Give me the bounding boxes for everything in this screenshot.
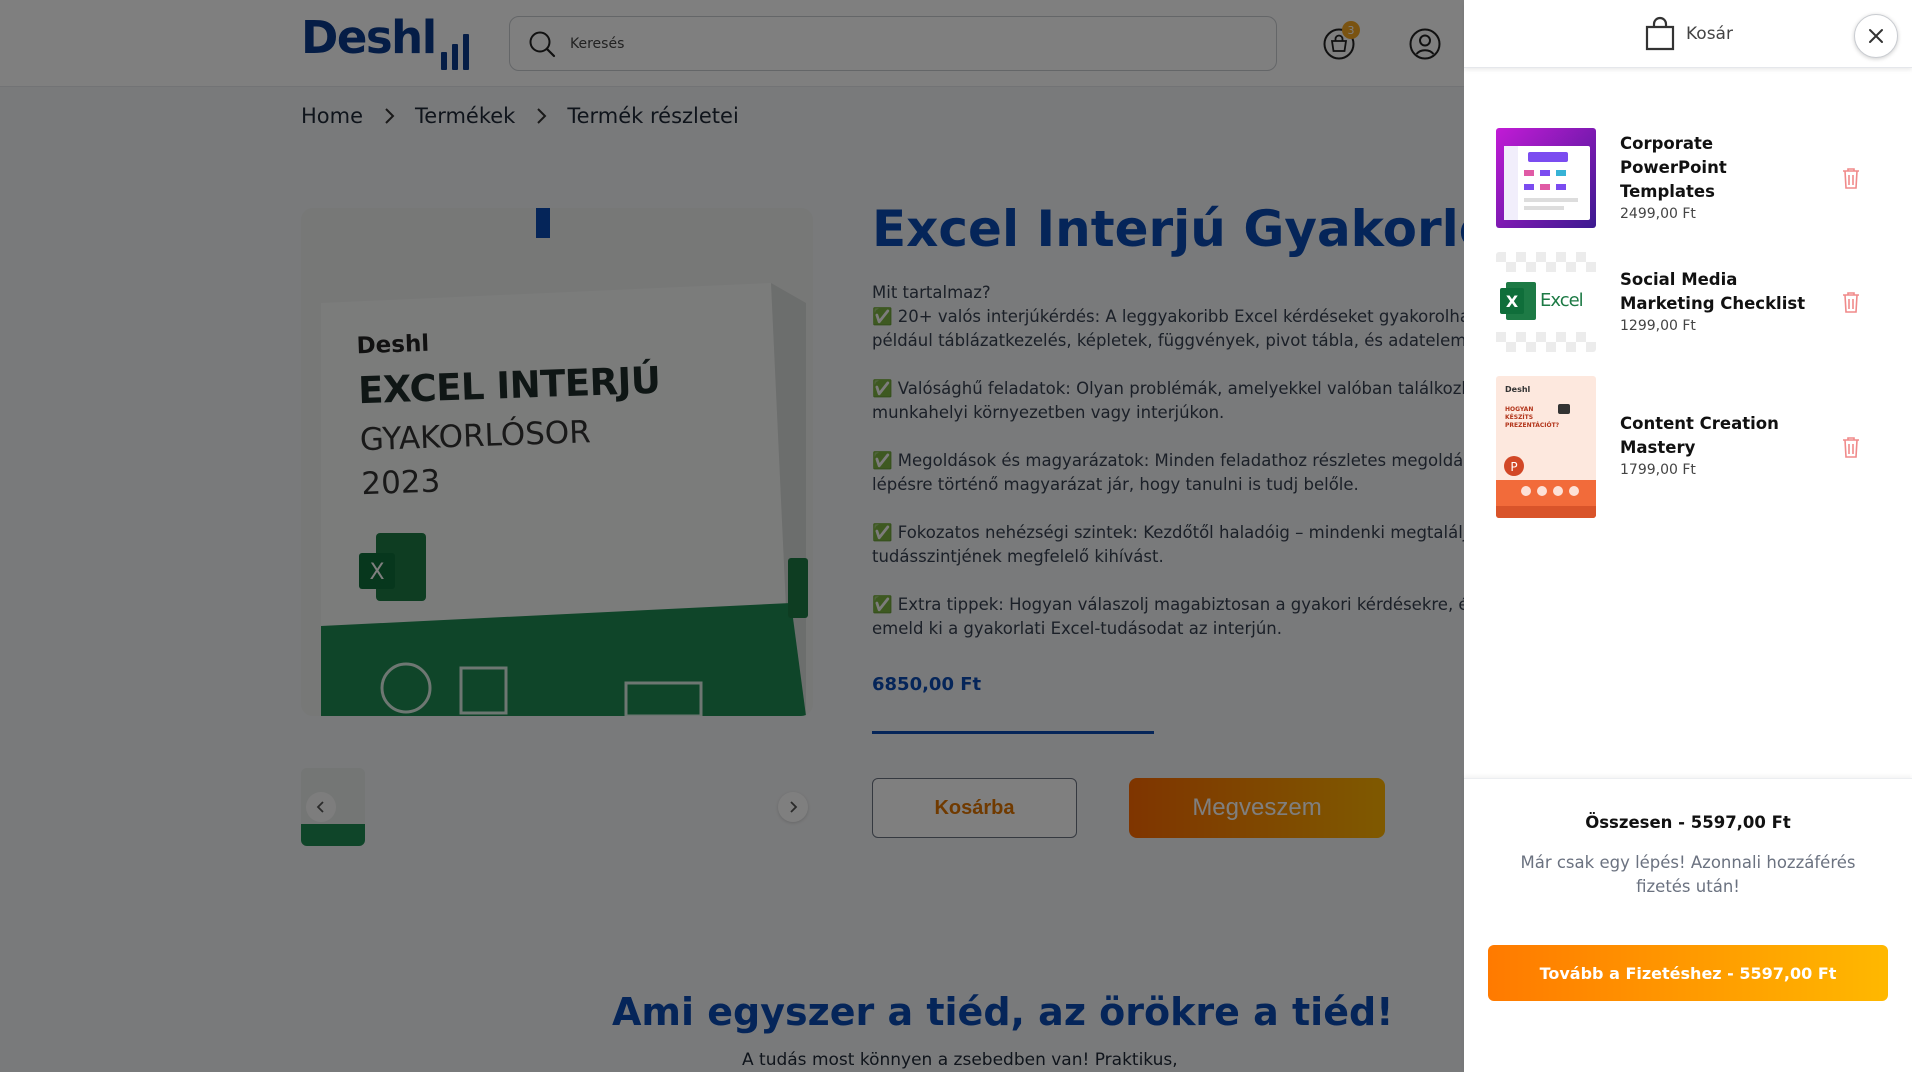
template-thumbnail [1496, 128, 1596, 228]
cart-item-price: 2499,00 Ft [1620, 206, 1696, 222]
modal-backdrop[interactable] [0, 0, 1464, 1072]
cart-total: Összesen - 5597,00 Ft [1585, 813, 1791, 832]
cart-drawer-header: Kosár [1464, 0, 1912, 68]
close-icon [1869, 29, 1883, 43]
remove-item-button[interactable] [1838, 289, 1864, 315]
cart-drawer-footer: Összesen - 5597,00 Ft Már csak egy lépés… [1464, 778, 1912, 1072]
thumb-title: HOGYAN KÉSZÍTS PREZENTÁCIÓT? [1505, 406, 1560, 429]
trash-icon [1843, 168, 1859, 189]
cart-title-text: Kosár [1686, 24, 1733, 44]
cart-item: X Excel Social Media Marketing Checklist… [1496, 252, 1896, 352]
cart-item-name[interactable]: Content Creation Mastery [1620, 412, 1820, 460]
cart-item-price: 1299,00 Ft [1620, 318, 1696, 334]
thumb-brand: Deshl [1505, 385, 1531, 394]
excel-thumbnail: X Excel [1496, 252, 1596, 352]
cart-item: P Deshl HOGYAN KÉSZÍTS PREZENTÁCIÓT? Con… [1496, 376, 1896, 518]
shopping-bag-icon [1645, 16, 1675, 51]
svg-text:X: X [1506, 292, 1519, 311]
checkout-note: Már csak egy lépés! Azonnali hozzáférés … [1520, 853, 1856, 896]
checkout-button[interactable]: Tovább a Fizetéshez - 5597,00 Ft [1488, 945, 1888, 1001]
cart-item-name[interactable]: Corporate PowerPoint Templates [1620, 132, 1820, 204]
svg-text:P: P [1510, 460, 1517, 474]
close-cart-button[interactable] [1854, 14, 1898, 58]
presentation-thumbnail: P Deshl HOGYAN KÉSZÍTS PREZENTÁCIÓT? [1496, 376, 1596, 518]
cart-item-name[interactable]: Social Media Marketing Checklist [1620, 268, 1820, 316]
trash-icon [1843, 437, 1859, 458]
excel-label: Excel [1540, 290, 1584, 311]
cart-drawer: Kosár Corporate PowerPoint Templates 249… [1464, 0, 1912, 1072]
trash-icon [1843, 292, 1859, 313]
cart-drawer-title: Kosár [1644, 16, 1733, 52]
cart-item-price: 1799,00 Ft [1620, 462, 1696, 478]
cart-item: Corporate PowerPoint Templates 2499,00 F… [1496, 128, 1896, 228]
remove-item-button[interactable] [1838, 165, 1864, 191]
remove-item-button[interactable] [1838, 434, 1864, 460]
